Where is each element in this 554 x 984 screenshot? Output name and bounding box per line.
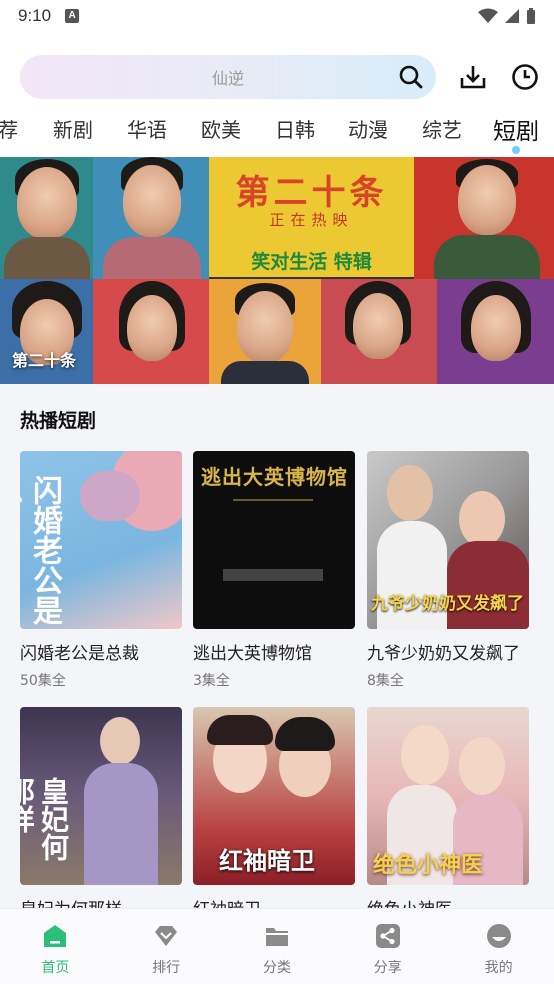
status-icons xyxy=(478,7,536,25)
nav-label: 首页 xyxy=(41,960,70,976)
home-icon xyxy=(44,925,67,947)
nav-label: 分类 xyxy=(262,960,291,976)
tab-recommend[interactable]: 荐 xyxy=(0,114,18,143)
signal-icon xyxy=(505,9,519,23)
banner-cell xyxy=(209,279,321,384)
nav-label: 排行 xyxy=(152,960,181,976)
drama-title: 九爷少奶奶又发飙了 xyxy=(367,644,520,664)
tab-jp-kr[interactable]: 日韩 xyxy=(275,114,315,143)
banner-poster-sub: 正在热映 xyxy=(269,211,354,229)
drama-episodes: 50集全 xyxy=(20,673,66,689)
poster-title: 闪婚老公是总 xyxy=(20,475,62,625)
clock-icon xyxy=(512,64,538,90)
notification-badge-icon: A xyxy=(65,9,80,23)
banner-cell xyxy=(93,279,209,384)
drama-card[interactable]: 绝色小神医 绝色小神医 xyxy=(367,707,529,908)
folder-icon xyxy=(265,928,288,946)
poster-title: 九爷少奶奶又发飙了 xyxy=(371,594,524,614)
tab-new-drama[interactable]: 新剧 xyxy=(53,114,93,143)
banner-caption: 第二十条 xyxy=(12,351,77,370)
wifi-icon xyxy=(478,8,498,23)
tab-variety[interactable]: 综艺 xyxy=(422,114,462,143)
nav-ranking[interactable]: 排行 xyxy=(121,923,211,977)
history-button[interactable] xyxy=(510,62,540,92)
active-tab-indicator xyxy=(512,146,520,154)
bottom-nav: 首页 排行 分类 分享 我的 xyxy=(0,908,554,984)
nav-label: 我的 xyxy=(484,960,513,976)
poster-title: 红袖暗卫 xyxy=(219,846,315,875)
banner-cell xyxy=(437,279,554,384)
drama-card[interactable]: 九爷少奶奶又发飙了 九爷少奶奶又发飙了 8集全 xyxy=(367,451,529,690)
banner-poster-panel: 第二十条 正在热映 笑对生活 特辑 xyxy=(209,157,414,277)
tab-short-drama[interactable]: 短剧 xyxy=(493,112,539,146)
poster-title: 皇妃何那样 xyxy=(20,777,70,861)
search-row: 仙逆 xyxy=(20,55,540,99)
drama-episodes: 8集全 xyxy=(367,673,404,689)
banner-poster-title: 第二十条 xyxy=(235,173,388,213)
drama-poster: 逃出大英博物馆 xyxy=(193,451,355,629)
section-title: 热播短剧 xyxy=(20,410,97,432)
tab-anime[interactable]: 动漫 xyxy=(348,114,388,143)
tab-chinese[interactable]: 华语 xyxy=(127,114,167,143)
search-placeholder: 仙逆 xyxy=(211,69,244,88)
banner-cell xyxy=(0,157,93,279)
banner-cell xyxy=(93,157,209,279)
drama-poster: 红袖暗卫 xyxy=(193,707,355,885)
share-icon xyxy=(375,924,400,948)
profile-icon xyxy=(486,924,511,948)
diamond-icon xyxy=(155,926,178,946)
drama-card[interactable]: 皇妃何那样 皇妃为何那样 xyxy=(20,707,182,908)
poster-title: 逃出大英博物馆 xyxy=(201,465,348,489)
banner-cell xyxy=(321,279,437,384)
status-time: 9:10 xyxy=(18,6,52,25)
drama-title: 逃出大英博物馆 xyxy=(193,644,312,664)
drama-title: 闪婚老公是总裁 xyxy=(20,644,139,664)
drama-episodes: 3集全 xyxy=(193,673,230,689)
drama-title: 绝色小神医 xyxy=(367,895,529,908)
nav-home[interactable]: 首页 xyxy=(10,923,100,977)
drama-card[interactable]: 闪婚老公是总 闪婚老公是总裁 50集全 xyxy=(20,451,182,690)
nav-profile[interactable]: 我的 xyxy=(454,923,544,977)
nav-label: 分享 xyxy=(373,960,402,976)
banner-cell xyxy=(414,157,554,279)
battery-icon xyxy=(527,7,535,24)
status-bar: 9:10 A xyxy=(0,0,554,32)
category-tabs: 荐 新剧 华语 欧美 日韩 动漫 综艺 短剧 xyxy=(0,108,554,156)
banner-poster-slogan: 笑对生活 特辑 xyxy=(251,251,372,273)
drama-poster: 闪婚老公是总 xyxy=(20,451,182,629)
search-icon[interactable] xyxy=(398,64,424,90)
drama-poster: 皇妃何那样 xyxy=(20,707,182,885)
nav-category[interactable]: 分类 xyxy=(232,923,322,977)
download-button[interactable] xyxy=(458,62,488,92)
search-input[interactable]: 仙逆 xyxy=(20,55,436,99)
drama-card[interactable]: 红袖暗卫 红袖暗卫 xyxy=(193,707,355,908)
drama-card[interactable]: 逃出大英博物馆 逃出大英博物馆 3集全 xyxy=(193,451,355,690)
nav-share[interactable]: 分享 xyxy=(343,923,433,977)
main-content: 热播短剧 闪婚老公是总 闪婚老公是总裁 50集全 逃出大英博物馆 逃出大英博物馆… xyxy=(0,384,554,908)
drama-poster: 绝色小神医 xyxy=(367,707,529,885)
drama-poster: 九爷少奶奶又发飙了 xyxy=(367,451,529,629)
drama-title: 红袖暗卫 xyxy=(193,895,355,908)
drama-title: 皇妃为何那样 xyxy=(20,895,182,908)
tab-western[interactable]: 欧美 xyxy=(201,114,241,143)
poster-title: 绝色小神医 xyxy=(373,852,484,878)
banner-carousel[interactable]: 第二十条 正在热映 笑对生活 特辑 第二十条 xyxy=(0,157,554,384)
download-icon xyxy=(460,66,486,89)
